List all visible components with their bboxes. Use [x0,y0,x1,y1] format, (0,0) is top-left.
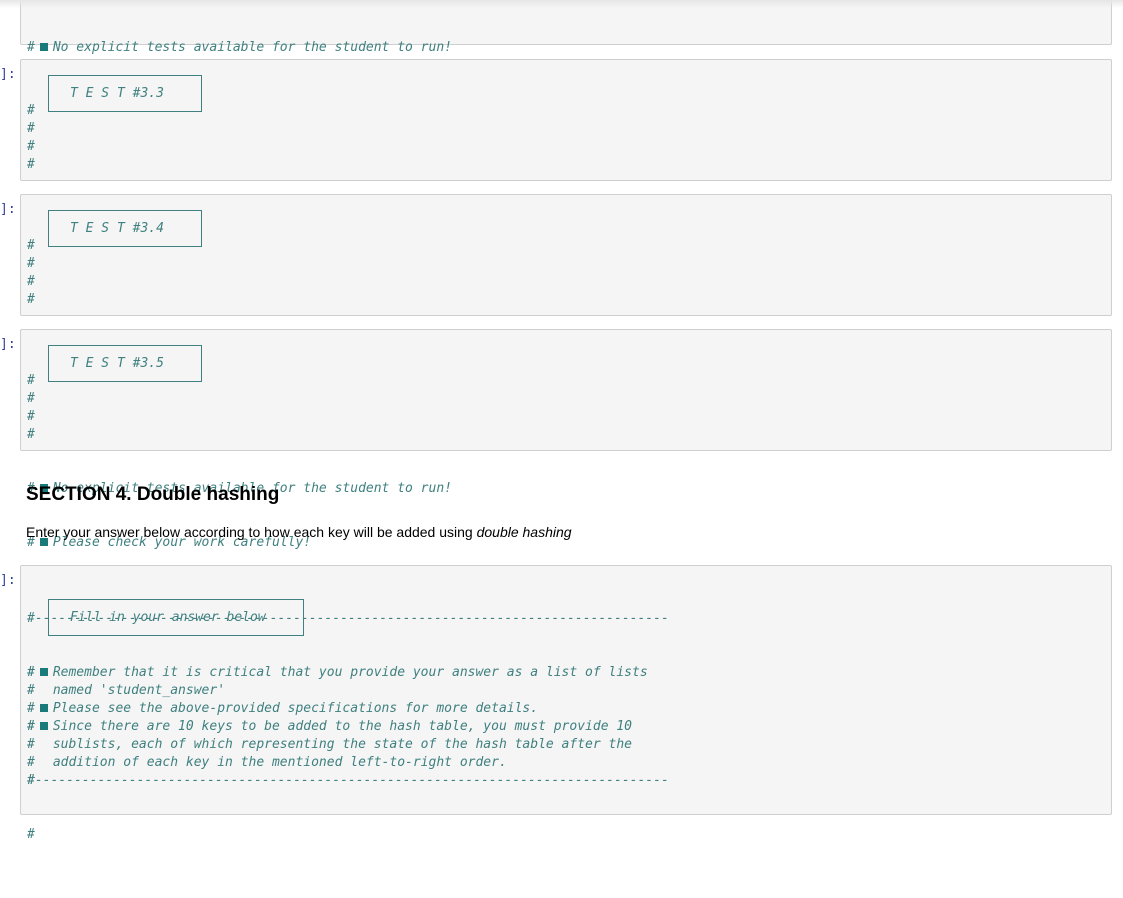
cell-prompt: ]: [0,573,16,588]
note-line: # sublists, each of which representing th… [27,737,633,752]
box-label: Fill in your answer below [70,610,266,625]
note-text: No explicit tests available for the stud… [52,40,452,55]
note-text: Please see the above-provided specificat… [52,701,539,716]
test-label-box: T E S T #3.4 [48,210,202,247]
note-line: # named 'student_answer' [27,683,226,698]
bullet-square-icon [39,43,48,51]
code-cell-test[interactable]: #### #No explicit tests available for th… [20,194,1112,415]
code-cell-test[interactable]: #### #No explicit tests available for th… [20,329,1112,550]
cell-prompt: ]: [0,337,16,352]
bullet-square-icon [39,704,48,712]
test-label: T E S T #3.4 [70,221,164,236]
note-text: Remember that it is critical that you pr… [52,665,648,680]
bullet-square-icon [39,722,48,730]
note-line: # addition of each key in the mentioned l… [27,755,507,770]
note-line: # Please see the above-provided specifica… [27,701,539,716]
code-cell-test[interactable]: #### #No explicit tests available for th… [20,59,1112,280]
rule-line: #---------------------------------------… [27,773,669,788]
test-label-box: T E S T #3.3 [48,75,202,112]
note-text: named 'student_answer' [52,683,226,698]
note-text: sublists, each of which representing the… [52,737,633,752]
section-heading: SECTION 4. Double hashing [26,484,280,505]
scroll-shadow [0,0,1123,8]
note-line: # Remember that it is critical that you p… [27,665,648,680]
instructions-emphasis: double hashing [476,524,572,540]
cell-prompt: ]: [0,202,16,217]
test-label: T E S T #3.5 [70,356,164,371]
answer-notes: # Remember that it is critical that you p… [27,664,669,790]
test-label-box: T E S T #3.5 [48,345,202,382]
test-label: T E S T #3.3 [70,86,164,101]
note-text: Since there are 10 keys to be added to t… [52,719,633,734]
section-instructions: Enter your answer below according to how… [26,524,572,540]
note-text: addition of each key in the mentioned le… [52,755,507,770]
cell-prompt: ]: [0,67,16,82]
instructions-text: Enter your answer below according to how… [26,524,477,540]
note-line: # Since there are 10 keys to be added to … [27,719,633,734]
code-cell-answer[interactable]: #---------------------------------------… [20,565,1112,842]
bullet-square-icon [39,668,48,676]
fill-in-answer-box: Fill in your answer below [48,599,304,636]
